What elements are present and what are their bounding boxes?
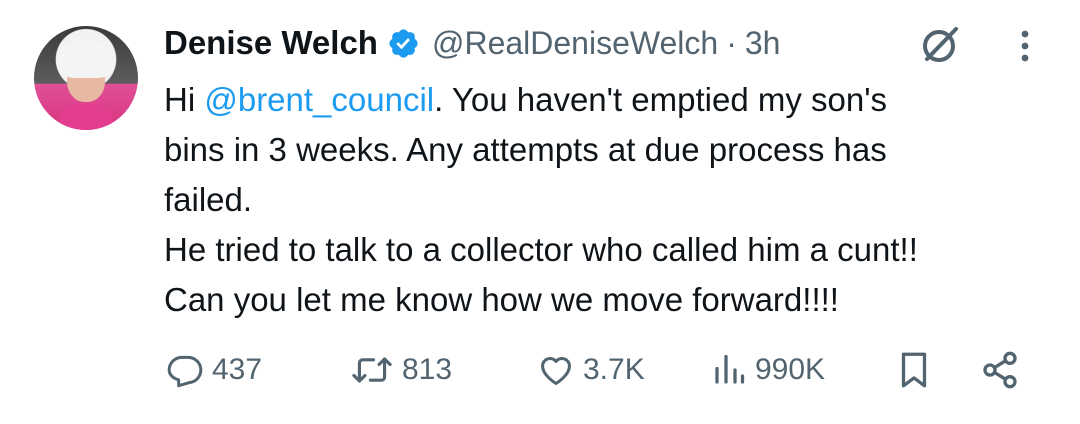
reply-button[interactable]: 437 [166, 345, 262, 395]
tweet-text-line: Can you let me know how we move forward!… [164, 281, 839, 318]
repost-count: 813 [402, 353, 453, 386]
separator-dot: · [726, 24, 737, 61]
reply-count: 437 [212, 353, 263, 386]
author-handle[interactable]: @RealDeniseWelch [432, 25, 718, 62]
more-vertical-icon[interactable] [1010, 26, 1040, 66]
tweet-text: Hi @brent_council. You haven't emptied m… [164, 75, 1064, 325]
timestamp[interactable]: 3h [745, 25, 781, 62]
avatar-hair [58, 40, 114, 78]
bookmark-button[interactable] [896, 345, 932, 395]
share-icon [983, 351, 1017, 389]
grok-icon[interactable] [917, 22, 963, 68]
repost-icon [352, 357, 392, 383]
greeting-text: Hi [164, 81, 205, 118]
repost-button[interactable]: 813 [350, 345, 452, 395]
verified-badge-icon [387, 27, 420, 60]
reply-icon [167, 355, 203, 388]
tweet-text-line: failed. [164, 181, 253, 218]
avatar-clothing [60, 104, 112, 130]
tweet-text-segment: . You haven't emptied my son's [434, 81, 888, 118]
views-icon [715, 354, 745, 384]
mention-link[interactable]: @brent_council [204, 81, 434, 118]
author-name[interactable]: Denise Welch [164, 24, 378, 62]
tweet-text-line: Hi @brent_council. You haven't emptied m… [164, 75, 1064, 125]
like-count: 3.7K [583, 353, 645, 386]
avatar[interactable] [34, 26, 138, 130]
share-button[interactable] [980, 345, 1020, 395]
tweet-text-line: bins in 3 weeks. Any attempts at due pro… [164, 131, 887, 168]
tweet-text-line: He tried to talk to a collector who call… [164, 231, 918, 268]
views-button[interactable]: 990K [711, 345, 825, 395]
action-bar: 437 813 3.7K 990K [164, 345, 1044, 395]
view-count: 990K [755, 353, 826, 386]
like-button[interactable]: 3.7K [537, 345, 645, 395]
bookmark-icon [901, 352, 927, 388]
heart-icon [541, 357, 571, 385]
